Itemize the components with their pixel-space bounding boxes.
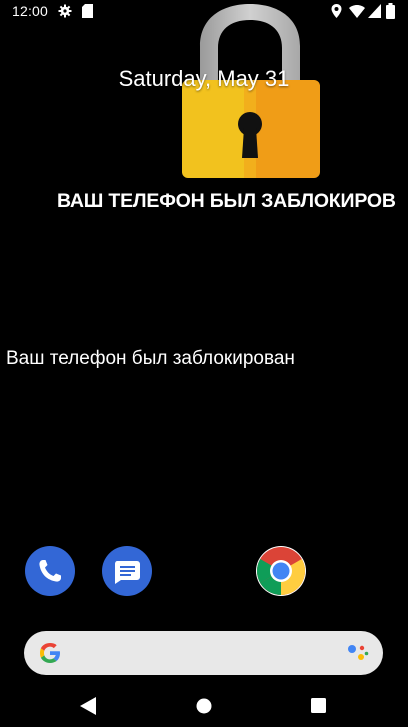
sim-card-icon [82, 4, 93, 23]
google-g-icon [38, 641, 62, 670]
google-assistant-icon[interactable] [347, 643, 369, 668]
location-icon [331, 4, 342, 23]
lockscreen-date: Saturday, May 31 [118, 66, 290, 91]
navigation-bar [0, 688, 408, 727]
home-icon[interactable] [196, 698, 212, 719]
messages-icon [115, 561, 140, 584]
phone-app-button[interactable] [25, 546, 75, 596]
status-time: 12:00 [12, 3, 49, 19]
gear-icon [58, 4, 72, 23]
wifi-icon [349, 5, 365, 23]
chrome-app-button[interactable] [256, 546, 306, 596]
chrome-icon [256, 547, 306, 595]
signal-icon [368, 4, 381, 23]
messages-app-button[interactable] [102, 546, 152, 596]
google-search-bar[interactable] [24, 631, 383, 675]
locked-headline: ВАШ ТЕЛЕФОН БЫЛ ЗАБЛОКИРОВ [57, 190, 396, 212]
battery-icon [386, 3, 395, 24]
phone-icon [39, 560, 61, 582]
back-icon[interactable] [80, 697, 96, 720]
recents-icon[interactable] [311, 698, 326, 718]
locked-message: Ваш телефон был заблокирован [6, 348, 295, 369]
